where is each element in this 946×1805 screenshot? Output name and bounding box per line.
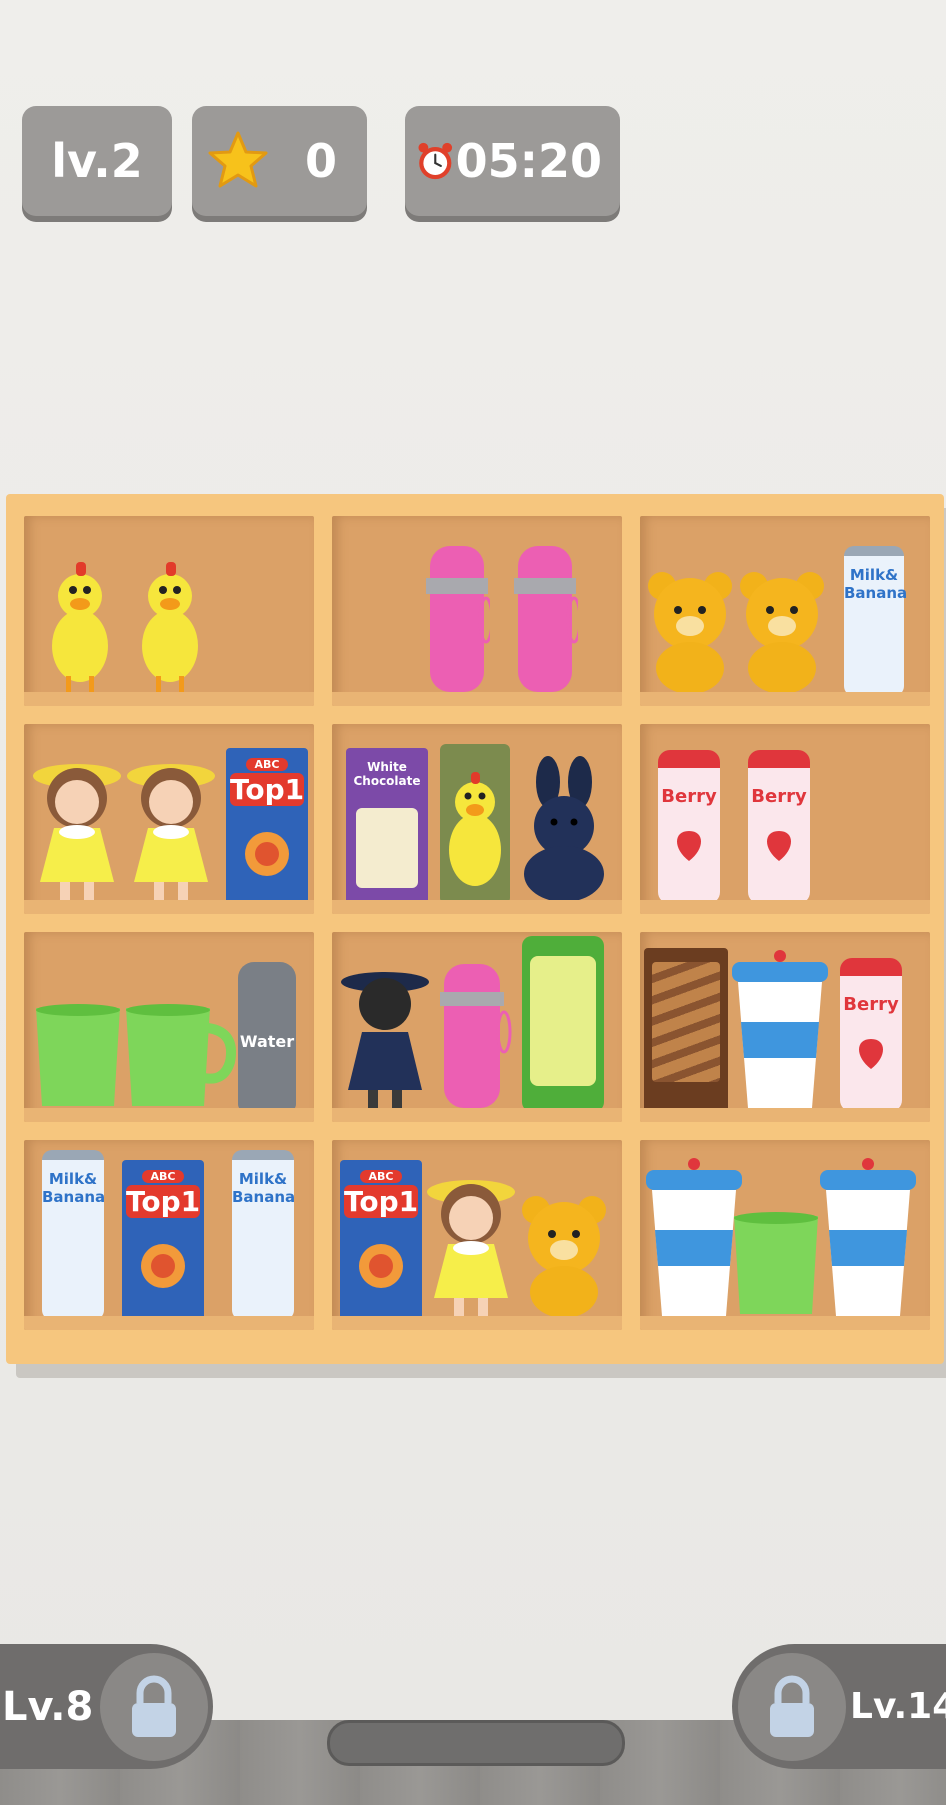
box-title-label: Top1 bbox=[230, 773, 305, 806]
strawberry-milk-item[interactable]: Berry bbox=[658, 750, 720, 904]
dark-doll-item[interactable] bbox=[338, 956, 432, 1112]
locked-level-button-right[interactable]: Lv.14 bbox=[732, 1644, 946, 1769]
locked-level-label: Lv.8 bbox=[2, 1683, 94, 1730]
timer: 05:20 bbox=[405, 106, 620, 216]
home-indicator[interactable] bbox=[327, 1720, 625, 1766]
level-label: lv.2 bbox=[51, 134, 143, 188]
timer-value: 05:20 bbox=[455, 134, 602, 188]
milk-banana-can-item[interactable]: Milk& Banana bbox=[42, 1150, 106, 1320]
cracker-image bbox=[141, 1244, 185, 1288]
cracker-image bbox=[245, 832, 289, 876]
shelf-slot[interactable]: ABC Top1 bbox=[24, 724, 314, 914]
shelf-slot[interactable]: Berry bbox=[640, 932, 930, 1122]
shelf-slot[interactable] bbox=[332, 516, 622, 706]
lock-icon bbox=[738, 1653, 846, 1761]
can-brand-label: Milk& bbox=[48, 1170, 98, 1188]
star-counter: 0 bbox=[192, 106, 367, 216]
shelf-slot[interactable]: Milk& Banana ABC Top1 Milk& Banana bbox=[24, 1140, 314, 1330]
box-title-label: Top1 bbox=[344, 1185, 419, 1218]
chocolate-wafer-box-item[interactable] bbox=[644, 948, 728, 1112]
box-brand-label: ABC bbox=[360, 1170, 402, 1183]
green-mug-item[interactable] bbox=[30, 1002, 130, 1112]
box-brand-label: ABC bbox=[246, 758, 288, 771]
pink-thermos-item[interactable] bbox=[512, 540, 578, 696]
green-mug-item[interactable] bbox=[728, 1210, 828, 1320]
blue-coffee-cup-item[interactable] bbox=[728, 948, 832, 1112]
shelf-slot[interactable] bbox=[640, 1140, 930, 1330]
teddy-bear-item[interactable] bbox=[516, 1192, 612, 1320]
box-title-label: White Chocolate bbox=[353, 760, 421, 788]
doll-item[interactable] bbox=[32, 744, 122, 904]
chips-image bbox=[530, 956, 596, 1086]
shelf-slot[interactable]: Berry Berry bbox=[640, 724, 930, 914]
can-flavor-label: Banana bbox=[232, 1188, 296, 1206]
white-chocolate-box-item[interactable]: White Chocolate bbox=[346, 748, 428, 904]
rubber-chicken-item[interactable] bbox=[46, 554, 114, 696]
shelf-slot[interactable] bbox=[332, 932, 622, 1122]
box-title-label: Top1 bbox=[126, 1185, 201, 1218]
chips-can-item[interactable] bbox=[522, 936, 604, 1112]
strawberry-image bbox=[767, 831, 791, 861]
shelf-slot[interactable]: Water bbox=[24, 932, 314, 1122]
star-count: 0 bbox=[304, 134, 337, 188]
can-brand-label: Milk& bbox=[238, 1170, 288, 1188]
chocolate-image bbox=[356, 808, 418, 888]
wafer-image bbox=[652, 962, 720, 1082]
pink-thermos-item[interactable] bbox=[436, 956, 516, 1112]
shelf-slot[interactable]: ABC Top1 bbox=[332, 1140, 622, 1330]
doll-item[interactable] bbox=[426, 1160, 516, 1320]
shelf: Milk& Banana ABC Top1 White Chocolate Be… bbox=[6, 494, 944, 1364]
star-icon bbox=[208, 131, 268, 188]
locked-level-label: Lv.14 bbox=[850, 1686, 946, 1727]
strawberry-image bbox=[859, 1039, 883, 1069]
can-flavor-label: Banana bbox=[42, 1188, 106, 1206]
teddy-bear-item[interactable] bbox=[734, 568, 830, 696]
milk-banana-can-item[interactable]: Milk& Banana bbox=[844, 546, 908, 696]
locked-level-button-left[interactable]: Lv.8 bbox=[0, 1644, 213, 1769]
green-mug-item[interactable] bbox=[120, 1002, 240, 1112]
cracker-image bbox=[359, 1244, 403, 1288]
water-bottle-item[interactable]: Water bbox=[238, 962, 296, 1112]
top1-cracker-box-item[interactable]: ABC Top1 bbox=[340, 1160, 422, 1320]
rubber-chicken-item[interactable] bbox=[440, 744, 510, 904]
pink-thermos-item[interactable] bbox=[424, 540, 490, 696]
shelf-slot[interactable] bbox=[24, 516, 314, 706]
blue-coffee-cup-item[interactable] bbox=[816, 1156, 920, 1320]
bottle-label: Water bbox=[239, 1032, 295, 1051]
top1-cracker-box-item[interactable]: ABC Top1 bbox=[122, 1160, 204, 1320]
top1-cracker-box-item[interactable]: ABC Top1 bbox=[226, 748, 308, 904]
strawberry-milk-item[interactable]: Berry bbox=[748, 750, 810, 904]
teddy-bear-item[interactable] bbox=[642, 568, 738, 696]
bottle-label: Berry bbox=[751, 786, 807, 807]
lock-icon bbox=[100, 1653, 208, 1761]
bottle-label: Berry bbox=[843, 994, 899, 1015]
strawberry-image bbox=[677, 831, 701, 861]
alarm-clock-icon bbox=[418, 142, 453, 180]
doll-item[interactable] bbox=[126, 744, 216, 904]
shelf-slot[interactable]: Milk& Banana bbox=[640, 516, 930, 706]
bottle-label: Berry bbox=[661, 786, 717, 807]
navy-bunny-item[interactable] bbox=[516, 754, 612, 904]
shelf-slot[interactable]: White Chocolate bbox=[332, 724, 622, 914]
strawberry-milk-item[interactable]: Berry bbox=[840, 958, 902, 1112]
milk-banana-can-item[interactable]: Milk& Banana bbox=[232, 1150, 296, 1320]
box-brand-label: ABC bbox=[142, 1170, 184, 1183]
rubber-chicken-item[interactable] bbox=[136, 554, 204, 696]
level-indicator: lv.2 bbox=[22, 106, 172, 216]
can-flavor-label: Banana bbox=[844, 584, 908, 602]
can-brand-label: Milk& bbox=[849, 566, 899, 584]
